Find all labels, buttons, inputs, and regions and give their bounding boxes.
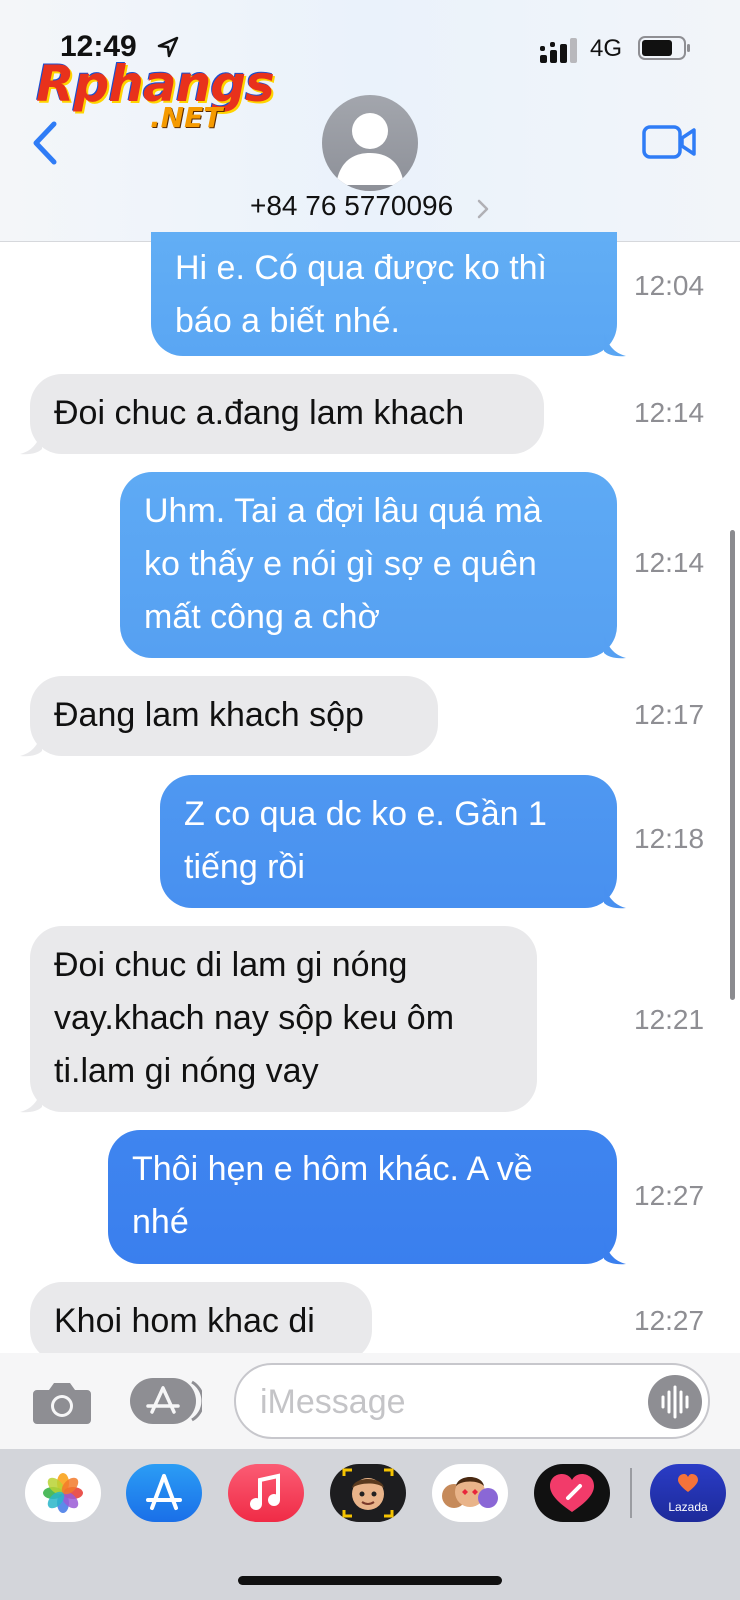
- network-type: 4G: [590, 35, 623, 62]
- message-input[interactable]: iMessage: [234, 1363, 710, 1439]
- message-line: Uhm. Tai a đợi lâu quá mà: [144, 492, 542, 530]
- bubble-tail: [604, 1241, 626, 1265]
- waveform-icon: [661, 1385, 689, 1419]
- message-timestamp: 12:04: [634, 270, 705, 301]
- memoji-face: [342, 1468, 394, 1518]
- battery-icon: [638, 36, 690, 60]
- watermark-sub-text: .NET: [150, 101, 223, 134]
- message-line: Hi e. Có qua được ko thì: [175, 249, 548, 287]
- music-note-glyph: [250, 1473, 280, 1510]
- message-line: nhé: [132, 1203, 189, 1241]
- drawer-divider: [630, 1468, 632, 1518]
- message-line: Đang lam khach sộp: [54, 696, 364, 734]
- app-store-glyph: [146, 1474, 182, 1510]
- message-line: Z co qua dc ko e. Gần 1: [184, 795, 547, 833]
- app-store-icon[interactable]: [126, 1464, 202, 1522]
- message-line: báo a biết nhé.: [175, 302, 400, 340]
- sent-message-bubble[interactable]: Hi e. Có qua được ko thì báo a biết nhé.: [151, 232, 617, 356]
- scroll-indicator[interactable]: [730, 530, 735, 1000]
- message-timestamp: 12:14: [634, 547, 705, 578]
- bubble-tail: [604, 333, 626, 357]
- message-timestamp: 12:21: [634, 1004, 705, 1035]
- message-input-placeholder: iMessage: [260, 1383, 406, 1421]
- back-chevron-icon[interactable]: [30, 120, 60, 166]
- app-store-button-icon[interactable]: [130, 1378, 202, 1424]
- bubble-tail: [20, 733, 42, 757]
- received-message-bubble[interactable]: Đoi chuc a.đang lam khach: [30, 374, 544, 454]
- memoji-stickers-icon[interactable]: [432, 1464, 508, 1522]
- home-indicator[interactable]: [238, 1576, 502, 1585]
- message-line: ko thấy e nói gì sợ e quên: [144, 545, 537, 583]
- message-line: tiếng rồi: [184, 848, 305, 886]
- message-line: mất công a chờ: [144, 598, 380, 636]
- sent-message-bubble[interactable]: Thôi hẹn e hôm khác. A về nhé: [108, 1130, 617, 1264]
- message-timestamp: 12:14: [634, 397, 705, 428]
- music-icon[interactable]: [228, 1464, 304, 1522]
- digital-touch-icon[interactable]: [534, 1464, 610, 1522]
- lazada-icon[interactable]: Lazada: [650, 1464, 726, 1522]
- memoji-stickers-faces: [442, 1477, 498, 1508]
- camera-icon[interactable]: [33, 1378, 91, 1424]
- message-line: ti.lam gi nóng vay: [54, 1052, 319, 1090]
- watermark-logo: Rphangs .NET: [36, 55, 275, 145]
- message-line: vay.khach nay sộp keu ôm: [54, 999, 455, 1037]
- message-timestamp: 12:27: [634, 1305, 705, 1336]
- message-line: Khoi hom khac di: [54, 1302, 315, 1340]
- chevron-right-icon[interactable]: [476, 198, 490, 220]
- photos-icon[interactable]: [25, 1464, 101, 1522]
- message-line: Đoi chuc a.đang lam khach: [54, 394, 465, 432]
- received-message-bubble[interactable]: Đang lam khach sộp: [30, 676, 438, 756]
- message-line: Đoi chuc di lam gi nóng: [54, 946, 408, 984]
- bubble-tail: [604, 885, 626, 909]
- bubble-tail: [20, 1089, 42, 1113]
- memoji-icon[interactable]: [330, 1464, 406, 1522]
- bubble-tail: [604, 635, 626, 659]
- video-call-icon[interactable]: [642, 124, 696, 160]
- cellular-signal-icon: [540, 38, 577, 63]
- message-timestamp: 12:18: [634, 823, 705, 854]
- sent-message-bubble[interactable]: Uhm. Tai a đợi lâu quá mà ko thấy e nói …: [120, 472, 617, 658]
- message-timestamp: 12:17: [634, 699, 705, 730]
- person-silhouette-icon: [336, 113, 404, 185]
- audio-message-button[interactable]: [648, 1375, 702, 1429]
- bubble-tail: [20, 431, 42, 455]
- received-message-bubble[interactable]: Khoi hom khac di: [30, 1282, 372, 1362]
- contact-number[interactable]: +84 76 5770096: [250, 190, 453, 222]
- sent-message-bubble[interactable]: Z co qua dc ko e. Gần 1 tiếng rồi: [160, 775, 617, 908]
- received-message-bubble[interactable]: Đoi chuc di lam gi nóng vay.khach nay sộ…: [30, 926, 537, 1112]
- message-timestamp: 12:27: [634, 1180, 705, 1211]
- heart-glyph: [550, 1474, 594, 1512]
- message-line: Thôi hẹn e hôm khác. A về: [132, 1150, 533, 1188]
- lazada-label: Lazada: [668, 1500, 708, 1514]
- photos-flower: [43, 1473, 83, 1513]
- contact-avatar[interactable]: [322, 95, 418, 191]
